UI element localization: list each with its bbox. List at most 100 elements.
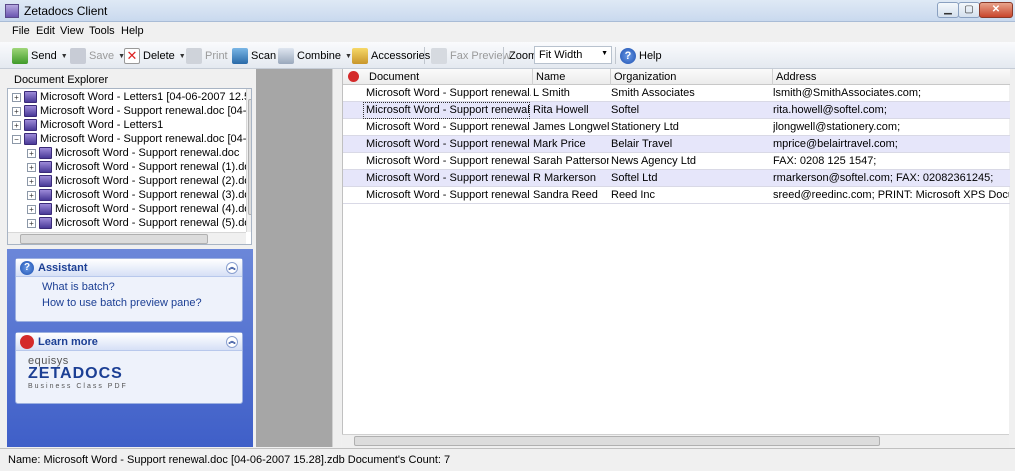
cell-address[interactable]: FAX: 0208 125 1547; (773, 155, 1009, 167)
combine-button[interactable]: Combine ▼ (278, 46, 352, 66)
cell-name[interactable]: Mark Price (533, 138, 609, 150)
tree-horizontal-scrollbar[interactable] (8, 232, 246, 244)
maximize-button[interactable]: ▢ (958, 2, 980, 18)
expand-icon[interactable]: + (12, 92, 21, 102)
send-button[interactable]: Send ▼ (12, 46, 68, 66)
tree-item[interactable]: + Microsoft Word - Support renewal.doc (27, 146, 239, 160)
collapse-icon[interactable]: ︽ (226, 262, 238, 274)
assistant-header[interactable]: ? Assistant ︽ (16, 259, 242, 277)
column-name[interactable]: Name (536, 71, 565, 83)
menu-edit[interactable]: Edit (36, 25, 55, 37)
cell-address[interactable]: rmarkerson@softel.com; FAX: 02082361245; (773, 172, 1009, 184)
menu-tools[interactable]: Tools (89, 25, 115, 37)
accessories-icon (352, 48, 368, 64)
column-divider[interactable] (610, 69, 611, 85)
cell-document[interactable]: Microsoft Word - Support renewal (6).doc (366, 189, 531, 201)
cell-document[interactable]: Microsoft Word - Support renewal (1).doc (366, 104, 531, 116)
expand-icon[interactable]: + (27, 148, 36, 158)
tree-item[interactable]: + Microsoft Word - Support renewal (3).do… (27, 188, 251, 202)
cell-organization[interactable]: Belair Travel (611, 138, 771, 150)
save-button[interactable]: Save ▼ (70, 46, 125, 66)
expand-icon[interactable]: + (27, 190, 36, 200)
tree-item[interactable]: + Microsoft Word - Letters1 [04-06-2007 1… (12, 90, 251, 104)
column-divider[interactable] (772, 69, 773, 85)
menu-view[interactable]: View (60, 25, 84, 37)
zetadocs-logo: equisys ZETADOCS Business Class PDF (28, 355, 128, 390)
document-grid[interactable]: Document Name Organization Address Micro… (342, 69, 1010, 435)
scrollbar-thumb[interactable] (248, 99, 251, 215)
scan-button[interactable]: Scan (232, 46, 276, 66)
table-row[interactable]: Microsoft Word - Support renewal.docL Sm… (343, 85, 1010, 102)
table-row[interactable]: Microsoft Word - Support renewal (6).doc… (343, 187, 1010, 204)
cell-document[interactable]: Microsoft Word - Support renewal.doc (366, 87, 531, 99)
expand-icon[interactable]: + (12, 106, 21, 116)
print-button[interactable]: Print (186, 46, 228, 66)
document-tree[interactable]: + Microsoft Word - Letters1 [04-06-2007 1… (7, 88, 252, 245)
cell-document[interactable]: Microsoft Word - Support renewal (4).doc (366, 155, 531, 167)
table-row[interactable]: Microsoft Word - Support renewal (2).doc… (343, 119, 1010, 136)
menu-help[interactable]: Help (121, 25, 144, 37)
tree-item[interactable]: + Microsoft Word - Support renewal (1).do… (27, 160, 251, 174)
grid-horizontal-scrollbar[interactable] (342, 434, 1009, 447)
cell-address[interactable]: jlongwell@stationery.com; (773, 121, 1009, 133)
tree-item[interactable]: + Microsoft Word - Letters1 (12, 118, 163, 132)
fax-preview-button[interactable]: Fax Preview (431, 46, 511, 66)
expand-icon[interactable]: + (12, 120, 21, 130)
cell-address[interactable]: rita.howell@softel.com; (773, 104, 1009, 116)
tree-item[interactable]: + Microsoft Word - Support renewal (4).do… (27, 202, 251, 216)
help-button[interactable]: ? Help (620, 46, 662, 66)
menu-file[interactable]: File (12, 25, 30, 37)
cell-address[interactable]: mprice@belairtravel.com; (773, 138, 1009, 150)
delete-button[interactable]: ✕ Delete ▼ (124, 46, 186, 66)
link-batch-preview-help[interactable]: How to use batch preview pane? (42, 297, 242, 309)
table-row[interactable]: Microsoft Word - Support renewal (1).doc… (343, 102, 1010, 119)
cell-document[interactable]: Microsoft Word - Support renewal (2).doc (366, 121, 531, 133)
column-divider[interactable] (532, 69, 533, 85)
expand-icon[interactable]: + (27, 204, 36, 214)
link-what-is-batch[interactable]: What is batch? (42, 281, 242, 293)
minimize-button[interactable]: ▁ (937, 2, 959, 18)
cell-organization[interactable]: Softel Ltd (611, 172, 771, 184)
cell-name[interactable]: Sarah Patterson (533, 155, 609, 167)
cell-name[interactable]: James Longwell (533, 121, 609, 133)
cell-document[interactable]: Microsoft Word - Support renewal (5).doc (366, 172, 531, 184)
learn-more-header[interactable]: Learn more ︽ (16, 333, 242, 351)
collapse-icon[interactable]: ︽ (226, 336, 238, 348)
preview-vertical-scrollbar[interactable] (332, 69, 341, 447)
accessories-button[interactable]: Accessories (352, 46, 430, 66)
scrollbar-thumb[interactable] (354, 436, 880, 446)
cell-name[interactable]: L Smith (533, 87, 609, 99)
cell-organization[interactable]: Smith Associates (611, 87, 771, 99)
scrollbar-thumb[interactable] (20, 234, 208, 244)
tree-item[interactable]: + Microsoft Word - Support renewal (2).do… (27, 174, 251, 188)
cell-name[interactable]: R Markerson (533, 172, 609, 184)
tree-vertical-scrollbar[interactable] (246, 89, 251, 232)
cell-name[interactable]: Rita Howell (533, 104, 609, 116)
cell-organization[interactable]: Stationery Ltd (611, 121, 771, 133)
table-row[interactable]: Microsoft Word - Support renewal (3).doc… (343, 136, 1010, 153)
fax-preview-icon (431, 48, 447, 64)
delete-label: Delete (143, 50, 175, 62)
table-row[interactable]: Microsoft Word - Support renewal (5).doc… (343, 170, 1010, 187)
column-address[interactable]: Address (776, 71, 816, 83)
close-button[interactable]: ✕ (979, 2, 1013, 18)
column-organization[interactable]: Organization (614, 71, 676, 83)
expand-icon[interactable]: + (27, 162, 36, 172)
expand-icon[interactable]: + (27, 218, 36, 228)
tree-item[interactable]: + Microsoft Word - Support renewal.doc [0… (12, 104, 251, 118)
collapse-icon[interactable]: − (12, 134, 21, 144)
column-document[interactable]: Document (369, 71, 419, 83)
tree-item[interactable]: − Microsoft Word - Support renewal.doc [0… (12, 132, 251, 146)
document-icon (24, 91, 37, 103)
cell-organization[interactable]: Softel (611, 104, 771, 116)
zoom-select[interactable]: Fit Width ▼ (534, 46, 612, 64)
cell-document[interactable]: Microsoft Word - Support renewal (3).doc (366, 138, 531, 150)
cell-organization[interactable]: Reed Inc (611, 189, 771, 201)
expand-icon[interactable]: + (27, 176, 36, 186)
cell-name[interactable]: Sandra Reed (533, 189, 609, 201)
cell-address[interactable]: lsmith@SmithAssociates.com; (773, 87, 1009, 99)
table-row[interactable]: Microsoft Word - Support renewal (4).doc… (343, 153, 1010, 170)
cell-organization[interactable]: News Agency Ltd (611, 155, 771, 167)
tree-item[interactable]: + Microsoft Word - Support renewal (5).do… (27, 216, 251, 230)
cell-address[interactable]: sreed@reedinc.com; PRINT: Microsoft XPS … (773, 189, 1009, 201)
